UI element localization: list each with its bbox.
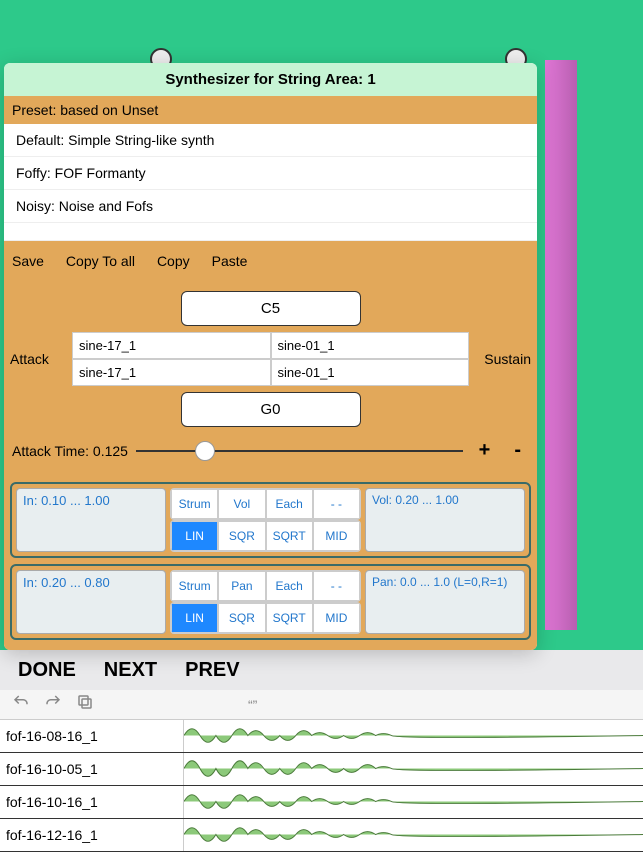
sustain-input-1[interactable]	[271, 332, 470, 359]
attack-label: Attack	[10, 351, 66, 367]
tab-none[interactable]: - -	[313, 489, 360, 519]
tab-sqr[interactable]: SQR	[218, 603, 265, 633]
done-button[interactable]: DONE	[18, 659, 76, 682]
plus-button[interactable]: +	[471, 439, 499, 462]
actions-bar: Save Copy To all Copy Paste	[4, 241, 537, 281]
preset-item[interactable]: Default: Simple String-like synth	[4, 124, 537, 157]
attack-time-label: Attack Time: 0.125	[12, 443, 128, 459]
mapping-section: In: 0.10 ... 1.00 Strum Vol Each - - LIN…	[4, 478, 537, 650]
wave-label: fof-16-10-16_1	[0, 786, 184, 818]
input-range-2[interactable]: In: 0.20 ... 0.80	[16, 570, 166, 634]
note-top-button[interactable]: C5	[181, 291, 361, 326]
mapping-box-2: In: 0.20 ... 0.80 Strum Pan Each - - LIN…	[10, 564, 531, 640]
map1-source-tabs: Strum Vol Each - -	[170, 488, 361, 520]
waveform-list: fof-16-08-16_1 fof-16-10-05_1 fof-16-10-…	[0, 720, 643, 857]
keyboard-accessory-bar: DONE NEXT PREV	[0, 650, 643, 690]
wave-label: fof-16-12-16_1	[0, 819, 184, 851]
attack-time-slider[interactable]	[136, 450, 463, 452]
tab-sqrt[interactable]: SQRT	[266, 603, 313, 633]
copy-button[interactable]: Copy	[157, 253, 190, 269]
tab-sqrt[interactable]: SQRT	[266, 521, 313, 551]
slider-thumb[interactable]	[195, 441, 215, 461]
preset-list: Default: Simple String-like synth Foffy:…	[4, 124, 537, 241]
mapping-box-1: In: 0.10 ... 1.00 Strum Vol Each - - LIN…	[10, 482, 531, 558]
copy-icon[interactable]	[76, 693, 94, 716]
wave-label: fof-16-10-05_1	[0, 753, 184, 785]
undo-icon[interactable]	[12, 693, 30, 716]
wave-row[interactable]: fof-16-08-16_1	[0, 720, 643, 753]
attack-input-2[interactable]	[72, 359, 271, 386]
note-bottom-button[interactable]: G0	[181, 392, 361, 427]
prev-button[interactable]: PREV	[185, 659, 239, 682]
map1-curve-tabs: LIN SQR SQRT MID	[170, 520, 361, 552]
waveform-icon	[184, 753, 643, 785]
preset-item-empty	[4, 223, 537, 241]
attack-sustain-row: Attack Sustain	[10, 332, 531, 386]
waveform-icon	[184, 786, 643, 818]
wave-row[interactable]: fof-16-10-16_1	[0, 786, 643, 819]
wave-row[interactable]: fof-16-10-05_1	[0, 753, 643, 786]
preset-item[interactable]: Noisy: Noise and Fofs	[4, 190, 537, 223]
waveform-icon	[184, 720, 643, 752]
preset-item[interactable]: Foffy: FOF Formanty	[4, 157, 537, 190]
paste-button[interactable]: Paste	[212, 253, 248, 269]
popup-title: Synthesizer for String Area: 1	[4, 63, 537, 96]
input-range-1[interactable]: In: 0.10 ... 1.00	[16, 488, 166, 552]
tab-lin[interactable]: LIN	[171, 603, 218, 633]
wave-row[interactable]: fof-16-12-16_1	[0, 819, 643, 852]
redo-icon[interactable]	[44, 693, 62, 716]
output-range-1[interactable]: Vol: 0.20 ... 1.00	[365, 488, 525, 552]
tab-strum[interactable]: Strum	[171, 571, 218, 601]
synth-body: C5 Attack Sustain G0 Attack Time: 0.125 …	[4, 281, 537, 478]
sustain-input-2[interactable]	[271, 359, 470, 386]
tab-each[interactable]: Each	[266, 489, 313, 519]
next-button[interactable]: NEXT	[104, 659, 157, 682]
attack-input-1[interactable]	[72, 332, 271, 359]
synth-popup: Synthesizer for String Area: 1 Preset: b…	[4, 63, 537, 650]
attack-time-row: Attack Time: 0.125 + -	[10, 433, 531, 468]
save-button[interactable]: Save	[12, 253, 44, 269]
wave-label: fof-16-08-16_1	[0, 720, 184, 752]
quote-indicator: “”	[248, 697, 257, 713]
minus-button[interactable]: -	[506, 439, 529, 462]
output-range-2[interactable]: Pan: 0.0 ... 1.0 (L=0,R=1)	[365, 570, 525, 634]
tab-vol[interactable]: Vol	[218, 489, 265, 519]
tab-pan[interactable]: Pan	[218, 571, 265, 601]
tab-sqr[interactable]: SQR	[218, 521, 265, 551]
tab-lin[interactable]: LIN	[171, 521, 218, 551]
vertical-strip	[545, 60, 577, 630]
waveform-icon	[184, 819, 643, 851]
sustain-label: Sustain	[475, 351, 531, 367]
tab-strum[interactable]: Strum	[171, 489, 218, 519]
map2-curve-tabs: LIN SQR SQRT MID	[170, 602, 361, 634]
tab-mid[interactable]: MID	[313, 521, 360, 551]
preset-label: Preset: based on Unset	[4, 96, 537, 124]
tab-none[interactable]: - -	[313, 571, 360, 601]
tab-mid[interactable]: MID	[313, 603, 360, 633]
editor-toolbar: “”	[0, 690, 643, 720]
copy-all-button[interactable]: Copy To all	[66, 253, 135, 269]
tab-each[interactable]: Each	[266, 571, 313, 601]
map2-source-tabs: Strum Pan Each - -	[170, 570, 361, 602]
